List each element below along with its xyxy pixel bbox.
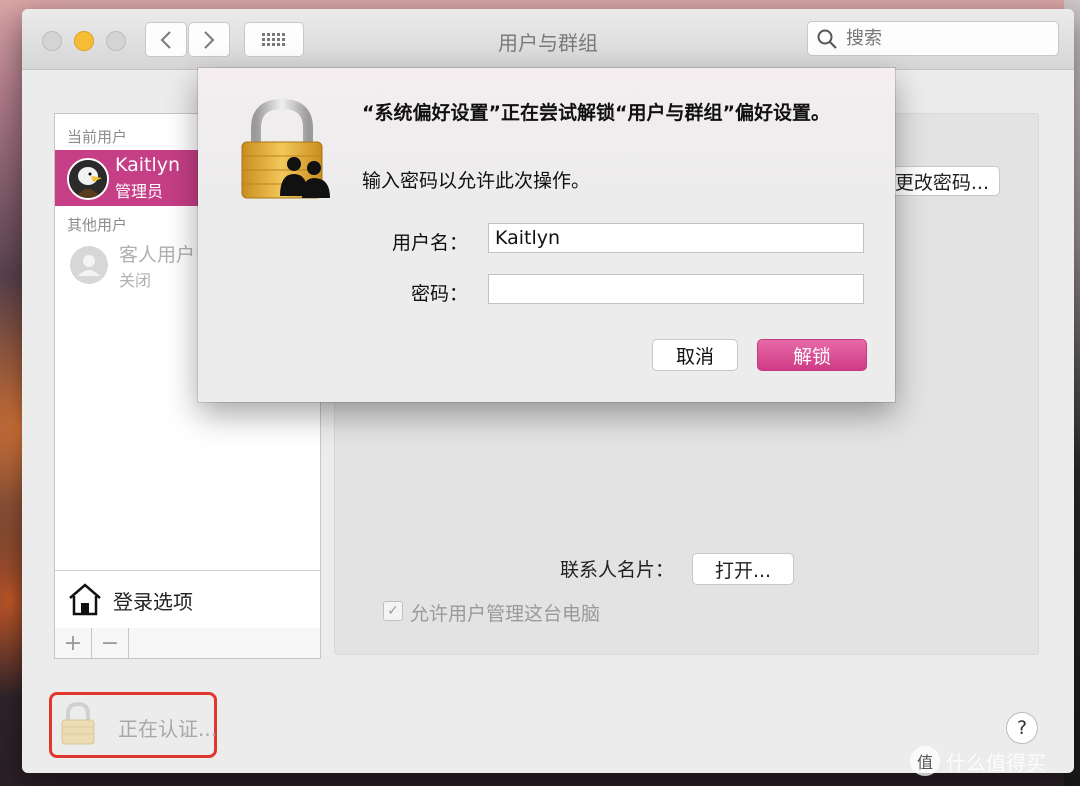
avatar [67, 158, 109, 200]
contact-card-label: 联系人名片： [560, 559, 675, 581]
search-field[interactable] [807, 21, 1059, 56]
guest-avatar[interactable] [70, 246, 108, 284]
allow-admin-label: 允许用户管理这台电脑 [410, 603, 601, 625]
login-options-label: 登录选项 [113, 590, 193, 614]
username-field[interactable] [488, 223, 864, 253]
username-label: 用户名： [391, 232, 468, 254]
eagle-avatar-icon [69, 160, 107, 198]
dialog-message: “系统偏好设置”正在尝试解锁“用户与群组”偏好设置。 [362, 102, 830, 124]
unlock-button[interactable]: 解锁 [757, 339, 867, 371]
guest-user-status: 关闭 [119, 271, 152, 290]
person-icon [78, 255, 100, 276]
user-role: 管理员 [115, 182, 164, 201]
user-name: Kaitlyn [115, 154, 181, 176]
lock-status-text: 正在认证... [118, 717, 218, 741]
add-remove-bar: + − [54, 628, 321, 659]
dialog-sub-message: 输入密码以允许此次操作。 [362, 170, 591, 192]
padlock-users-icon [241, 98, 330, 199]
house-icon [69, 583, 101, 616]
current-user-heading: 当前用户 [67, 128, 128, 146]
watermark-text: 什么值得买 [946, 750, 1046, 775]
watermark: 值 什么值得买 [910, 744, 1075, 778]
login-options-item[interactable]: 登录选项 [55, 570, 320, 629]
auth-dialog: “系统偏好设置”正在尝试解锁“用户与群组”偏好设置。 输入密码以允许此次操作。 … [198, 68, 895, 402]
password-label: 密码： [410, 283, 468, 305]
allow-admin-checkbox[interactable]: ✓ [383, 601, 403, 621]
other-users-heading: 其他用户 [67, 216, 128, 234]
help-button[interactable]: ? [1006, 712, 1038, 744]
guest-user-name[interactable]: 客人用户 [119, 240, 195, 267]
cancel-button[interactable]: 取消 [652, 339, 738, 371]
remove-user-button[interactable]: − [92, 628, 129, 658]
padlock-icon [61, 701, 95, 745]
search-icon [817, 29, 837, 49]
open-contact-button[interactable]: 打开... [692, 553, 794, 585]
watermark-logo-icon: 值 [910, 746, 940, 776]
titlebar: 用户与群组 [22, 9, 1074, 70]
add-user-button[interactable]: + [55, 628, 92, 658]
search-input[interactable] [844, 27, 1048, 50]
password-field[interactable] [488, 274, 864, 304]
